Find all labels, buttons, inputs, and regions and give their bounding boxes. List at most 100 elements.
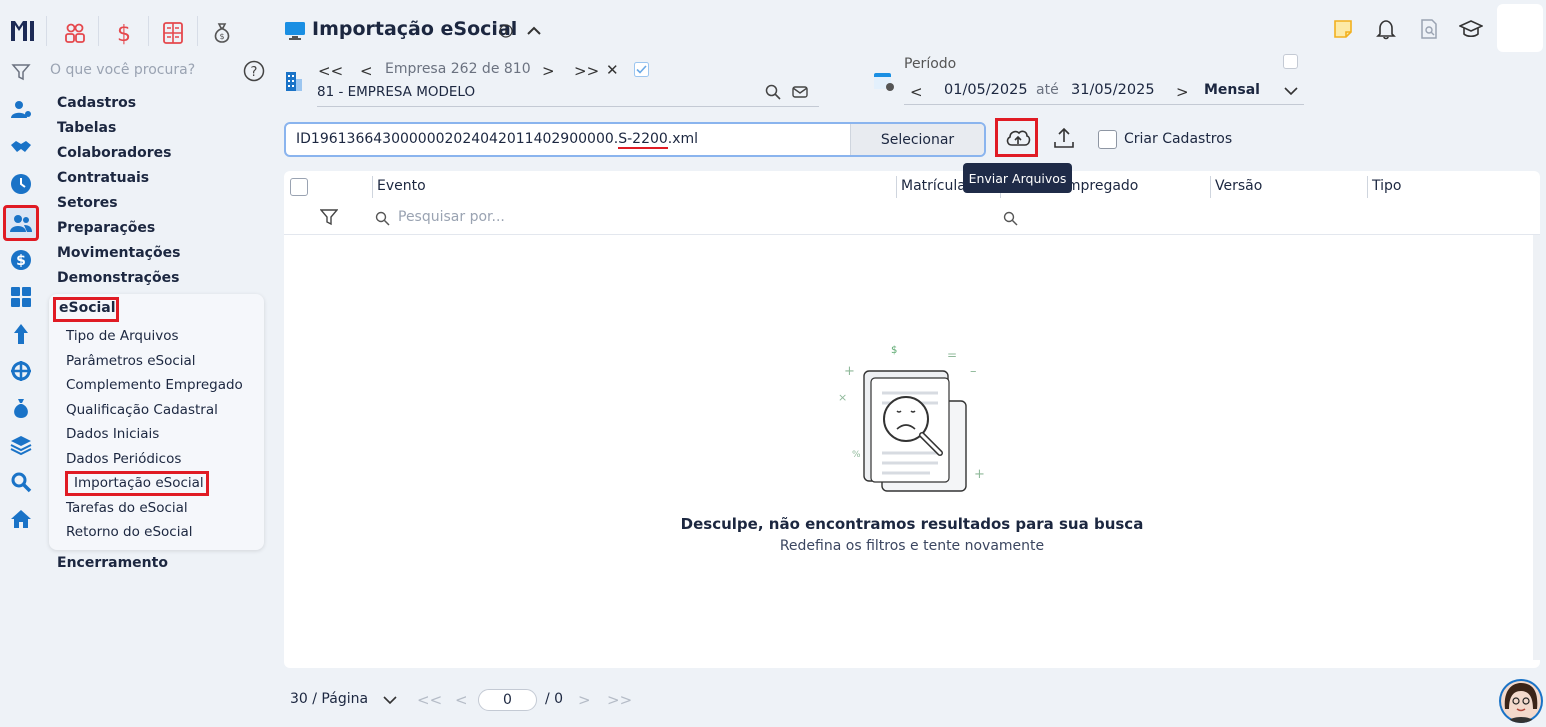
column-header-tipo[interactable]: Tipo — [1372, 178, 1401, 194]
svg-text:+: + — [844, 364, 855, 379]
page-prev-icon[interactable]: < — [455, 691, 468, 709]
menu-item-tabelas[interactable]: Tabelas — [57, 120, 116, 136]
column-separator — [372, 176, 373, 198]
period-label: Período — [904, 56, 957, 72]
empty-state-subtitle: Redefina os filtros e tente novamente — [779, 538, 1045, 554]
prev-icon[interactable]: < — [360, 62, 373, 80]
page-first-icon[interactable]: << — [417, 691, 442, 709]
submenu-item-qualificacao[interactable]: Qualificação Cadastral — [66, 402, 218, 418]
assistant-avatar[interactable] — [1499, 679, 1543, 723]
page-number-input[interactable]: 0 — [478, 689, 537, 711]
empty-state-illustration: $ = + – × % + — [834, 341, 994, 501]
company-search-icon[interactable] — [765, 84, 781, 100]
submenu-item-retorno[interactable]: Retorno do eSocial — [66, 524, 193, 540]
select-button[interactable]: Selecionar — [850, 124, 984, 155]
period-prev-icon[interactable]: < — [910, 83, 923, 101]
first-page-icon[interactable]: << — [318, 62, 343, 80]
svg-text:$: $ — [117, 22, 131, 45]
chevron-down-icon[interactable] — [1283, 84, 1299, 98]
submenu-item-dados-iniciais[interactable]: Dados Iniciais — [66, 426, 159, 442]
submenu-item-tarefas[interactable]: Tarefas do eSocial — [66, 500, 188, 516]
gear-icon[interactable] — [8, 358, 34, 384]
file-input[interactable]: ID1961366430000002024042011402900000.S-2… — [284, 122, 986, 157]
menu-item-contratuais[interactable]: Contratuais — [57, 170, 149, 186]
period-checkbox[interactable] — [1283, 54, 1298, 69]
handshake-icon[interactable] — [8, 134, 34, 160]
period-next-icon[interactable]: > — [1176, 83, 1189, 101]
user-settings-icon[interactable] — [8, 96, 34, 122]
page-next-icon[interactable]: > — [578, 691, 591, 709]
profile-box[interactable] — [1497, 4, 1543, 52]
column-separator — [1210, 176, 1211, 198]
dollar-icon[interactable]: $ — [8, 247, 34, 273]
dollar-app-icon[interactable]: $ — [109, 18, 139, 48]
clock-icon[interactable] — [8, 171, 34, 197]
submenu-item-complemento[interactable]: Complemento Empregado — [66, 377, 243, 393]
menu-item-movimentacoes[interactable]: Movimentações — [57, 245, 180, 261]
column-header-versao[interactable]: Versão — [1215, 178, 1262, 194]
table-search-input[interactable]: Pesquisar por... — [398, 209, 505, 225]
select-all-checkbox[interactable] — [290, 178, 308, 196]
money-bag-app-icon[interactable]: $ — [207, 18, 237, 48]
criar-cadastros-checkbox[interactable] — [1098, 130, 1117, 149]
document-search-icon[interactable] — [1418, 18, 1440, 40]
period-start[interactable]: 01/05/2025 — [944, 82, 1028, 98]
mail-icon[interactable] — [792, 84, 808, 100]
info-icon[interactable] — [499, 24, 513, 38]
menu-item-colaboradores[interactable]: Colaboradores — [57, 145, 172, 161]
svg-text:=: = — [947, 348, 957, 362]
calculator-icon[interactable] — [8, 284, 34, 310]
sticky-note-icon[interactable] — [1332, 18, 1354, 40]
svg-text:%: % — [852, 450, 861, 460]
home-icon[interactable] — [8, 506, 34, 532]
graduation-cap-icon[interactable] — [1459, 18, 1483, 40]
last-page-icon[interactable]: >> — [574, 62, 599, 80]
page-last-icon[interactable]: >> — [607, 691, 632, 709]
help-icon[interactable]: ? — [243, 60, 265, 82]
svg-text:$: $ — [891, 345, 897, 356]
app-logo[interactable] — [8, 17, 36, 45]
chevron-up-icon[interactable] — [525, 22, 543, 40]
checked-icon[interactable] — [634, 62, 649, 77]
arrow-up-icon[interactable] — [8, 321, 34, 347]
period-mode[interactable]: Mensal — [1204, 82, 1260, 98]
layers-icon[interactable] — [8, 432, 34, 458]
per-page-select[interactable]: 30 / Página — [290, 691, 368, 707]
table-scrollbar[interactable] — [1533, 235, 1540, 660]
menu-item-encerramento[interactable]: Encerramento — [57, 555, 168, 571]
menu-item-setores[interactable]: Setores — [57, 195, 118, 211]
submenu-item-parametros[interactable]: Parâmetros eSocial — [66, 353, 196, 369]
svg-text:–: – — [970, 364, 977, 379]
submenu-item-importacao[interactable]: Importação eSocial — [74, 475, 204, 491]
table-filter-icon[interactable] — [320, 208, 338, 226]
search-icon[interactable] — [8, 469, 34, 495]
column-search-icon[interactable] — [1003, 211, 1018, 226]
company-nav-text: Empresa 262 de 810 — [385, 61, 531, 77]
calendar-icon[interactable] — [873, 70, 895, 92]
calculator-app-icon[interactable] — [158, 18, 188, 48]
next-icon[interactable]: > — [542, 62, 555, 80]
column-header-matricula[interactable]: Matrícula — [901, 178, 966, 194]
period-underline — [904, 104, 1304, 105]
people-app-icon[interactable] — [60, 18, 90, 48]
people-icon[interactable] — [3, 205, 39, 241]
company-underline — [317, 106, 819, 107]
menu-item-cadastros[interactable]: Cadastros — [57, 95, 136, 111]
column-header-evento[interactable]: Evento — [377, 178, 426, 194]
per-page-chevron-icon[interactable] — [382, 693, 398, 707]
menu-item-preparacoes[interactable]: Preparações — [57, 220, 155, 236]
menu-item-esocial[interactable]: eSocial — [59, 300, 116, 316]
close-icon[interactable]: ✕ — [606, 61, 619, 79]
company-name[interactable]: 81 - EMPRESA MODELO — [317, 84, 475, 100]
money-bag-icon[interactable] — [8, 395, 34, 421]
cloud-upload-icon[interactable] — [1005, 127, 1031, 149]
period-end[interactable]: 31/05/2025 — [1071, 82, 1155, 98]
submenu-item-tipo-arquivos[interactable]: Tipo de Arquivos — [66, 328, 179, 344]
file-name-highlight: S-2200 — [618, 131, 668, 149]
submenu-item-dados-periodicos[interactable]: Dados Periódicos — [66, 451, 181, 467]
bell-icon[interactable] — [1375, 18, 1397, 40]
upload-icon[interactable] — [1053, 126, 1075, 150]
search-input[interactable]: O que você procura? — [50, 62, 195, 78]
menu-item-demonstracoes[interactable]: Demonstrações — [57, 270, 179, 286]
filter-icon[interactable] — [8, 59, 34, 85]
